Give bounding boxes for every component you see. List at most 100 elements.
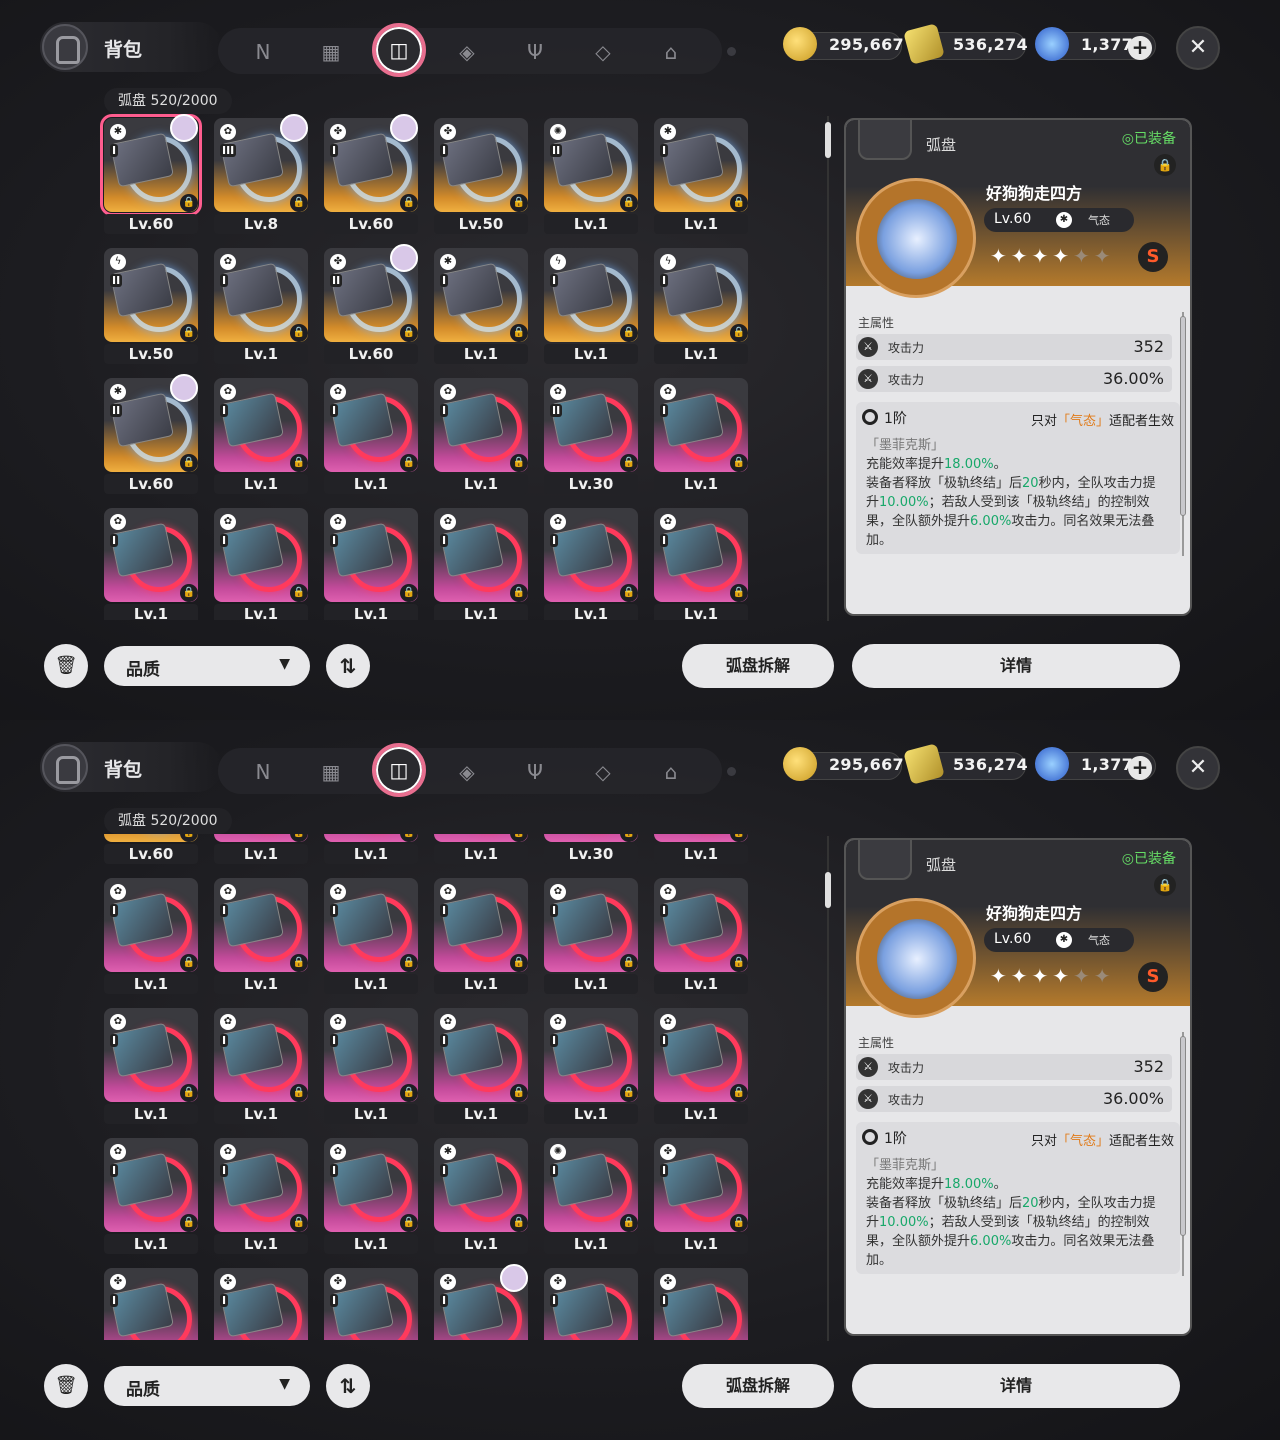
disc-card[interactable]: ✿ I 🔒 Lv.1 [210,244,308,364]
grid-scrollbar[interactable] [825,836,831,1341]
disc-card[interactable]: ✤ II 🔒 Lv.60 [320,244,418,364]
disc-card[interactable]: ✿ I 🔒 Lv.1 [650,374,748,494]
sort-toggle-button[interactable]: ⇅ [326,644,370,688]
disc-card[interactable]: ✿ I 🔒 Lv.1 [540,874,638,994]
disc-card[interactable]: ✤ I 🔒 Lv.1 [650,1134,748,1254]
lock-icon[interactable]: 🔒 [620,584,638,602]
dismantle-button[interactable]: 弧盘拆解 [682,644,834,688]
lock-icon[interactable]: 🔒 [180,584,198,602]
disc-card[interactable]: 🔒 Lv.1 [430,834,528,864]
disc-card[interactable]: ✤I🔒 [650,1264,748,1340]
disc-card[interactable]: ϟ I 🔒 Lv.1 [650,244,748,364]
disc-card[interactable]: ✿ III 🔒 Lv.8 [210,114,308,234]
disc-card[interactable]: ✱ I 🔒 Lv.1 [430,244,528,364]
tab-cutlery-icon[interactable]: Ψ [514,751,556,793]
disc-card[interactable]: ✿ I 🔒 Lv.1 [540,504,638,620]
lock-icon[interactable]: 🔒 [400,584,418,602]
disc-card[interactable]: ✤ I 🔒 Lv.60 [320,114,418,234]
disc-card[interactable]: ✿ I 🔒 Lv.1 [320,374,418,494]
disc-card[interactable]: ϟ II 🔒 Lv.50 [100,244,198,364]
dismantle-button[interactable]: 弧盘拆解 [682,1364,834,1408]
tab-crystal-icon[interactable]: ◇ [582,751,624,793]
lock-icon[interactable]: 🔒 [510,584,528,602]
lock-icon[interactable]: 🔒 [180,324,198,342]
trash-button[interactable]: 🗑 [44,1364,88,1408]
tab-home-icon[interactable]: ⌂ [650,751,692,793]
lock-icon[interactable]: 🔒 [510,454,528,472]
disc-card[interactable]: ✤I🔒 [210,1264,308,1340]
sort-toggle-button[interactable]: ⇅ [326,1364,370,1408]
lock-icon[interactable]: 🔒 [400,324,418,342]
disc-card[interactable]: 🔒 Lv.30 [540,834,638,864]
lock-icon[interactable]: 🔒 [620,194,638,212]
lock-icon[interactable]: 🔒 [620,834,638,842]
disc-card[interactable]: 🔒 Lv.1 [210,834,308,864]
disc-card[interactable]: ✿ I 🔒 Lv.1 [430,374,528,494]
add-polychrome-button[interactable]: + [1128,36,1152,60]
disc-card[interactable]: ✿ I 🔒 Lv.1 [210,1004,308,1124]
disc-card[interactable]: ✿ I 🔒 Lv.1 [100,874,198,994]
disc-card[interactable]: ✿ I 🔒 Lv.1 [540,1004,638,1124]
lock-icon[interactable]: 🔒 [400,1084,418,1102]
disc-card[interactable]: ✱ I 🔒 Lv.60 [100,114,202,234]
detail-scrollbar[interactable] [1180,312,1186,556]
grid-scrollbar[interactable] [825,116,831,621]
lock-icon[interactable]: 🔒 [730,1084,748,1102]
lock-icon[interactable]: 🔒 [730,194,748,212]
disc-card[interactable]: ✱ II 🔒 Lv.60 [100,374,198,494]
disc-card[interactable]: ✿ I 🔒 Lv.1 [430,1004,528,1124]
close-button[interactable]: ✕ [1176,746,1220,790]
disc-card[interactable]: ϟ I 🔒 Lv.1 [540,244,638,364]
lock-icon[interactable]: 🔒 [400,834,418,842]
disc-card[interactable]: ✿ I 🔒 Lv.1 [320,504,418,620]
lock-icon[interactable]: 🔒 [730,834,748,842]
lock-icon[interactable]: 🔒 [730,324,748,342]
disc-card[interactable]: ✺ I 🔒 Lv.1 [540,1134,638,1254]
tab-crystal-icon[interactable]: ◇ [582,31,624,73]
tab-gameboy-icon[interactable]: ▦ [310,31,352,73]
lock-icon[interactable]: 🔒 [290,1214,308,1232]
lock-icon[interactable]: 🔒 [620,1214,638,1232]
lock-icon[interactable]: 🔒 [510,194,528,212]
lock-icon[interactable]: 🔒 [510,324,528,342]
lock-toggle-icon[interactable]: 🔒 [1154,874,1176,896]
lock-icon[interactable]: 🔒 [290,834,308,842]
details-button[interactable]: 详情 [852,1364,1180,1408]
disc-card[interactable]: 🔒 Lv.60 [100,834,198,864]
lock-icon[interactable]: 🔒 [730,1214,748,1232]
tab-disc-icon[interactable]: ◫ [372,743,426,797]
lock-icon[interactable]: 🔒 [510,834,528,842]
lock-icon[interactable]: 🔒 [730,454,748,472]
close-button[interactable]: ✕ [1176,26,1220,70]
lock-icon[interactable]: 🔒 [290,454,308,472]
disc-card[interactable]: ✿ I 🔒 Lv.1 [650,874,748,994]
lock-icon[interactable]: 🔒 [400,194,418,212]
lock-icon[interactable]: 🔒 [510,954,528,972]
lock-icon[interactable]: 🔒 [620,454,638,472]
disc-card[interactable]: ✿ I 🔒 Lv.1 [210,504,308,620]
disc-card[interactable]: ✤I🔒 [540,1264,638,1340]
disc-card[interactable]: ✤I🔒 [430,1264,528,1340]
disc-card[interactable]: 🔒 Lv.1 [650,834,748,864]
lock-icon[interactable]: 🔒 [510,1084,528,1102]
disc-card[interactable]: ✿ I 🔒 Lv.1 [650,1004,748,1124]
lock-icon[interactable]: 🔒 [400,954,418,972]
details-button[interactable]: 详情 [852,644,1180,688]
lock-icon[interactable]: 🔒 [620,1084,638,1102]
disc-card[interactable]: ✿ I 🔒 Lv.1 [210,1134,308,1254]
tab-cutlery-icon[interactable]: Ψ [514,31,556,73]
lock-icon[interactable]: 🔒 [730,954,748,972]
lock-icon[interactable]: 🔒 [180,1084,198,1102]
disc-card[interactable]: ✤ I 🔒 Lv.50 [430,114,528,234]
quality-filter-select[interactable]: 品质 ▼ [104,1366,310,1406]
disc-card[interactable]: ✿ II 🔒 Lv.30 [540,374,638,494]
lock-icon[interactable]: 🔒 [730,584,748,602]
trash-button[interactable]: 🗑 [44,644,88,688]
disc-card[interactable]: ✿ I 🔒 Lv.1 [320,1134,418,1254]
disc-card[interactable]: ✱ I 🔒 Lv.1 [650,114,748,234]
tab-cube-icon[interactable]: ◈ [446,751,488,793]
disc-card[interactable]: ✿ I 🔒 Lv.1 [100,1004,198,1124]
disc-card[interactable]: ✿ I 🔒 Lv.1 [430,504,528,620]
lock-icon[interactable]: 🔒 [180,194,198,212]
disc-card[interactable]: ✿ I 🔒 Lv.1 [430,874,528,994]
